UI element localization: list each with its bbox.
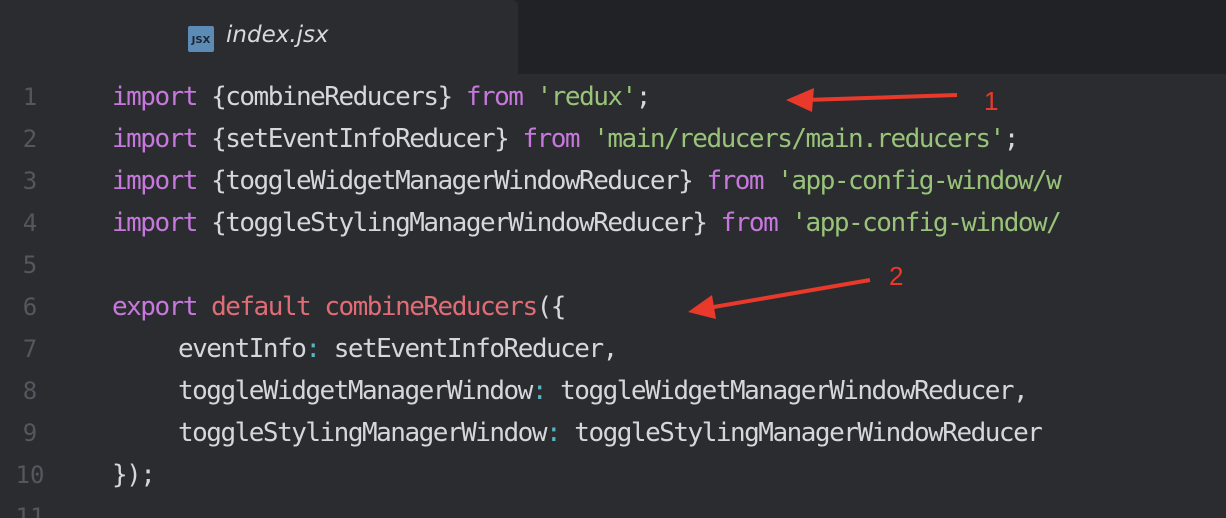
annotation-arrows (688, 88, 958, 319)
arrow-1-icon (786, 88, 958, 112)
arrow-2-icon (688, 278, 871, 319)
code-editor: JSX index.jsx 1 2 3 4 5 6 7 8 9 10 11 im… (0, 0, 1226, 518)
annotation-label-1: 1 (984, 86, 999, 116)
annotation-label-2: 2 (889, 261, 904, 291)
